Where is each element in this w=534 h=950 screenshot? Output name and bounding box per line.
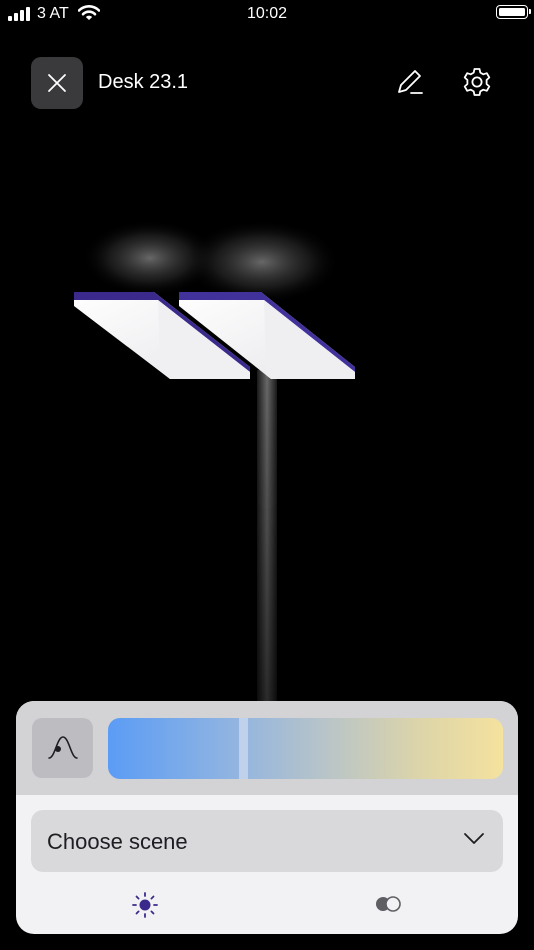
- settings-button[interactable]: [461, 66, 493, 98]
- color-mix-icon: [376, 896, 401, 912]
- clock: 10:02: [246, 5, 288, 22]
- close-icon: [48, 74, 66, 92]
- bell-curve-icon: [47, 736, 78, 759]
- close-button[interactable]: [31, 57, 83, 109]
- battery-icon: [496, 5, 531, 19]
- gear-icon: [463, 68, 491, 96]
- color-temperature-slider[interactable]: [108, 718, 503, 779]
- scene-dropdown-label: Choose scene: [47, 829, 188, 854]
- light-controls: [16, 701, 518, 795]
- scene-dropdown[interactable]: Choose scene: [31, 810, 503, 872]
- sun-icon: [132, 892, 158, 918]
- status-bar: 3 AT 10:02: [0, 0, 534, 28]
- page-title: Desk 23.1: [98, 71, 189, 93]
- tab-color-mix[interactable]: [374, 895, 402, 913]
- pencil-icon: [398, 70, 423, 94]
- chevron-down-icon: [464, 833, 484, 844]
- tab-brightness[interactable]: [131, 891, 159, 919]
- lamp-illustration: [74, 220, 355, 708]
- edit-button[interactable]: [394, 66, 426, 98]
- control-panel: Choose scene: [16, 701, 518, 934]
- color-temperature-thumb[interactable]: [239, 718, 249, 779]
- light-curve-button[interactable]: [32, 718, 93, 778]
